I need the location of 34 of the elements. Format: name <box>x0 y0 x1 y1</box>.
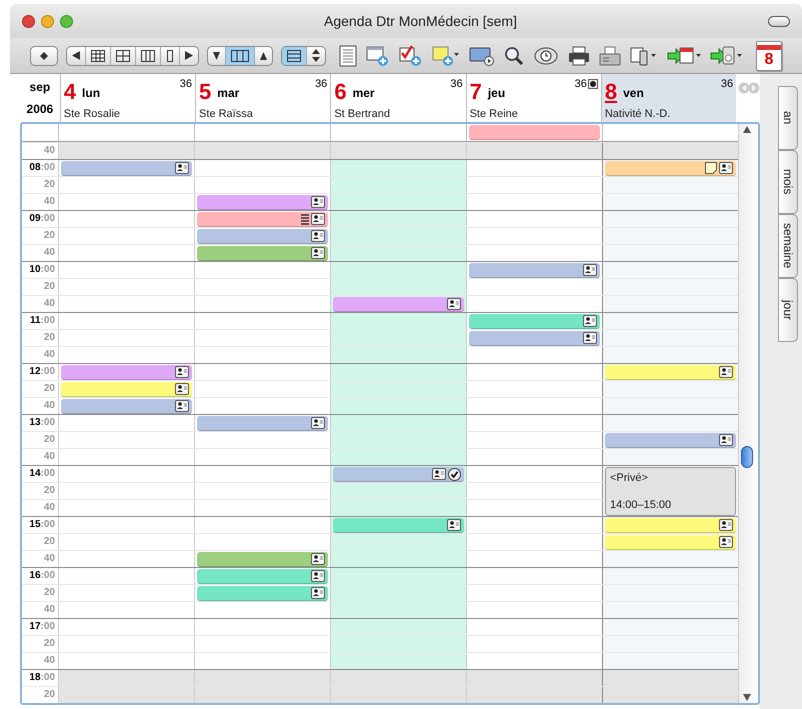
day-header[interactable]: 8 ven 36 Nativité N.-D. <box>600 74 736 122</box>
day-name: lun <box>82 84 100 102</box>
day-header[interactable]: 7 jeu 36 Ste Reine <box>466 74 601 122</box>
day-number: 7 <box>470 80 482 104</box>
day-name: mer <box>352 84 375 102</box>
week-number: 36 <box>574 77 587 92</box>
saint-name: Ste Rosalie <box>64 106 122 122</box>
day-name: mar <box>217 84 240 102</box>
private-event[interactable]: <Privé> 14:00–15:00 <box>605 467 736 516</box>
day-name: jeu <box>488 84 506 102</box>
event-time: 14:00–15:00 <box>610 498 672 512</box>
day-number: 6 <box>334 80 347 104</box>
year-label: 2006 <box>26 101 54 118</box>
day-number: 5 <box>199 80 212 104</box>
week-number: 36 <box>315 77 328 92</box>
view-tab[interactable]: mois <box>778 150 798 214</box>
saint-name: Ste Reine <box>470 106 519 122</box>
week-number: 36 <box>720 77 734 92</box>
view-tab[interactable]: semaine <box>778 214 798 278</box>
saint-name: St Bertrand <box>334 106 391 122</box>
today-calendar-button[interactable]: 8 <box>756 40 782 70</box>
saint-name: Ste Raïssa <box>199 106 254 122</box>
day-number: 4 <box>64 80 76 104</box>
view-tab[interactable]: an <box>778 86 798 150</box>
view-tab[interactable]: jour <box>778 278 798 342</box>
day-header[interactable]: 5 mar 36 Ste Raïssa <box>195 74 330 122</box>
event-title: <Privé> <box>610 471 649 486</box>
week-number: 36 <box>180 77 192 92</box>
week-number: 36 <box>450 77 463 92</box>
day-number: 8 <box>604 80 618 104</box>
saint-name: Nativité N.-D. <box>604 106 672 122</box>
day-name: ven <box>623 84 644 102</box>
month-label: sep <box>30 79 50 96</box>
window-title: Agenda Dtr MonMédecin [sem] <box>323 12 518 31</box>
